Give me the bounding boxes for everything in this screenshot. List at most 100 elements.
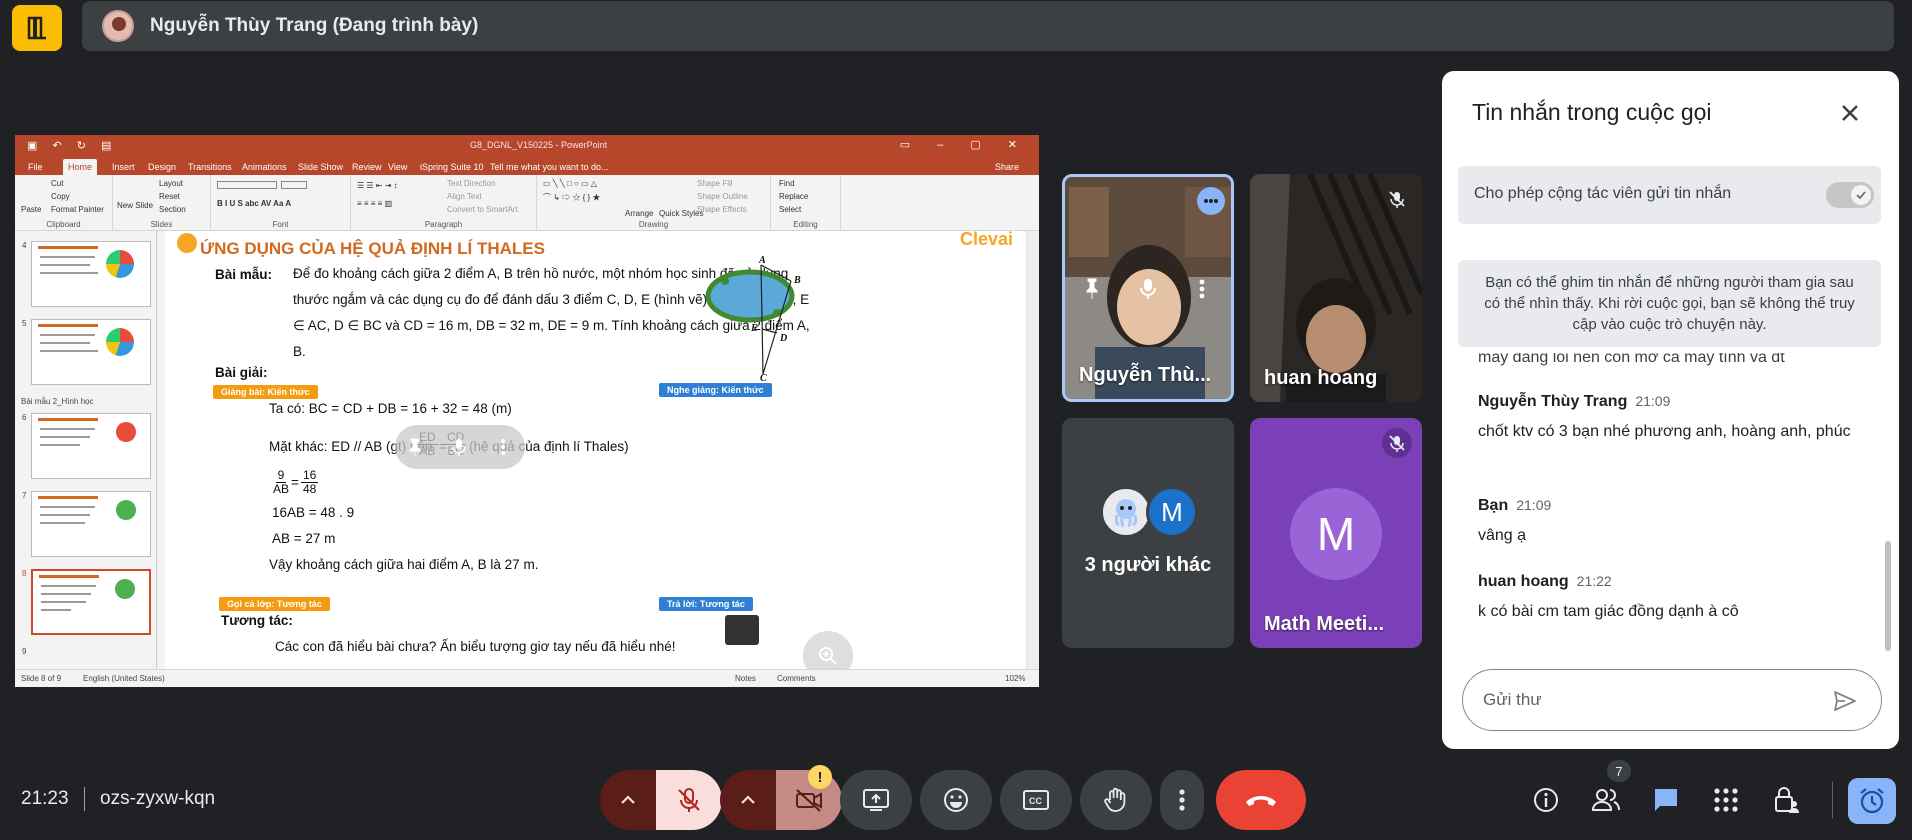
muted-indicator [1382,184,1412,214]
meeting-info-button[interactable] [1526,780,1566,820]
ppt-tab-home[interactable]: Home [63,159,98,175]
people-count-badge: 7 [1607,760,1631,782]
raise-hand-button[interactable] [1080,770,1152,830]
reset-button[interactable]: Reset [159,192,180,201]
participant-tile-math[interactable]: M Math Meeti... [1250,418,1422,648]
section-label[interactable]: Bài mẫu 2_Hình học [21,397,94,406]
alarm-clock-icon [1860,788,1884,814]
send-button[interactable] [1827,683,1863,719]
present-screen-button[interactable] [840,770,912,830]
ppt-tab-file[interactable]: File [23,159,48,175]
ppt-tab-animations[interactable]: Animations [237,159,292,175]
layout-button[interactable]: Layout [159,179,183,188]
status-notes[interactable]: Notes [735,674,756,683]
select-button[interactable]: Select [779,205,801,214]
bai-giai-label: Bài giải: [215,365,268,380]
text-direction-button[interactable]: Text Direction [447,179,495,188]
ppt-share[interactable]: Share [990,159,1024,175]
apps-grid-icon [1714,788,1738,812]
ppt-tell-me[interactable]: Tell me what you want to do... [485,159,614,175]
timer-button[interactable] [1848,778,1896,824]
reactions-button[interactable] [920,770,992,830]
chat-message-input[interactable] [1483,686,1813,714]
slide-thumbnails: 4 5 Bài mẫu 2_Hình học 6 7 8 9 [15,231,157,669]
font-format-icons[interactable]: B I U S abc AV Aa A [217,199,291,208]
meeting-code[interactable]: ozs-zyxw-kqn [100,788,215,810]
cut-button[interactable]: Cut [51,179,63,188]
chat-scrollbar[interactable] [1885,541,1891,651]
new-slide-button[interactable]: New Slide [117,201,153,210]
chat-input-box [1462,669,1882,731]
find-button[interactable]: Find [779,179,795,188]
slide-thumbnail-8[interactable] [31,569,151,635]
ppt-tab-transitions[interactable]: Transitions [183,159,237,175]
mic-participant-icon[interactable] [1137,277,1159,301]
frac-num: 16 [301,468,319,483]
font-group: B I U S abc AV Aa A Font [211,175,351,231]
more-overlay-icon[interactable] [493,437,513,457]
ppt-tab-ispring[interactable]: iSpring Suite 10 [415,159,489,175]
clipboard-group: Paste Cut Copy Format Painter Clipboard [15,175,113,231]
diagram-label-e: E [750,323,758,334]
participant-tile-huan[interactable]: huan hoang [1250,174,1422,402]
status-zoom[interactable]: 102% [1005,674,1025,683]
ppt-tabs: File Home Insert Design Transitions Anim… [15,157,1039,175]
ppt-tab-view[interactable]: View [383,159,412,175]
camera-warning-badge[interactable]: ! [808,765,832,789]
participant-tile-others[interactable]: M 3 người khác [1062,418,1234,648]
status-language[interactable]: English (United States) [83,674,165,683]
copy-button[interactable]: Copy [51,192,70,201]
shape-fill-button[interactable]: Shape Fill [697,179,733,188]
host-controls-button[interactable] [1766,780,1806,820]
audio-options-button[interactable] [600,770,656,830]
align-icons[interactable]: ≡ ≡ ≡ ≡ ▥ [357,199,392,208]
thumb-number: 7 [22,491,27,500]
more-participant-icon[interactable] [1191,277,1213,301]
ppt-tab-design[interactable]: Design [143,159,181,175]
ppt-tab-review[interactable]: Review [347,159,387,175]
ppt-tab-slideshow[interactable]: Slide Show [293,159,348,175]
allow-messages-toggle[interactable] [1826,182,1874,208]
pin-participant-icon[interactable] [1081,277,1103,301]
shape-effects-button[interactable]: Shape Effects [697,205,747,214]
ppt-tab-insert[interactable]: Insert [107,159,140,175]
slide-thumbnail-7[interactable] [31,491,151,557]
section-button[interactable]: Section [159,205,186,214]
slide-scrollbar[interactable] [1027,231,1039,669]
font-size-box[interactable] [281,181,307,189]
microphone-toggle[interactable] [656,770,722,830]
math-avatar: M [1290,488,1382,580]
video-options-button[interactable] [720,770,776,830]
pin-icon[interactable] [405,437,425,457]
shapes-gallery-row2[interactable]: ⌒ ↳ ⇨ ☆ { } ★ [543,192,600,203]
arrange-button[interactable]: Arrange [625,209,653,218]
font-name-box[interactable] [217,181,277,189]
badge-nghe-giang: Nghe giảng: Kiến thức [659,383,772,397]
shape-outline-button[interactable]: Shape Outline [697,192,748,201]
more-options-button[interactable] [1160,770,1204,830]
message-time: 21:22 [1576,573,1612,589]
list-icons[interactable]: ☰ ☰ ⇤ ⇥ ↕ [357,181,398,190]
activities-button[interactable] [1706,780,1746,820]
chat-button[interactable] [1646,780,1686,820]
people-button[interactable] [1586,780,1626,820]
mute-overlay-icon[interactable] [449,437,469,457]
replace-button[interactable]: Replace [779,192,808,201]
leave-call-button[interactable] [1216,770,1306,830]
participant-tile-presenter[interactable]: Nguyễn Thù... [1062,174,1234,402]
paste-button[interactable]: Paste [21,205,41,214]
align-text-button[interactable]: Align Text [447,192,482,201]
status-comments[interactable]: Comments [777,674,816,683]
close-icon [1842,105,1858,121]
slide-thumbnail-5[interactable] [31,319,151,385]
smartart-button[interactable]: Convert to SmartArt [447,205,518,214]
shapes-gallery[interactable]: ▭ ╲ ╲ □ ○ ▭ △ [543,179,597,188]
format-painter-button[interactable]: Format Painter [51,205,104,214]
captions-button[interactable]: CC [1000,770,1072,830]
meet-app-icon[interactable] [12,5,62,51]
slide-thumbnail-4[interactable] [31,241,151,307]
close-chat-button[interactable] [1832,95,1868,131]
door-icon [27,16,46,40]
presenter-banner[interactable]: Nguyễn Thùy Trang (Đang trình bày) [82,1,1894,51]
slide-thumbnail-6[interactable] [31,413,151,479]
